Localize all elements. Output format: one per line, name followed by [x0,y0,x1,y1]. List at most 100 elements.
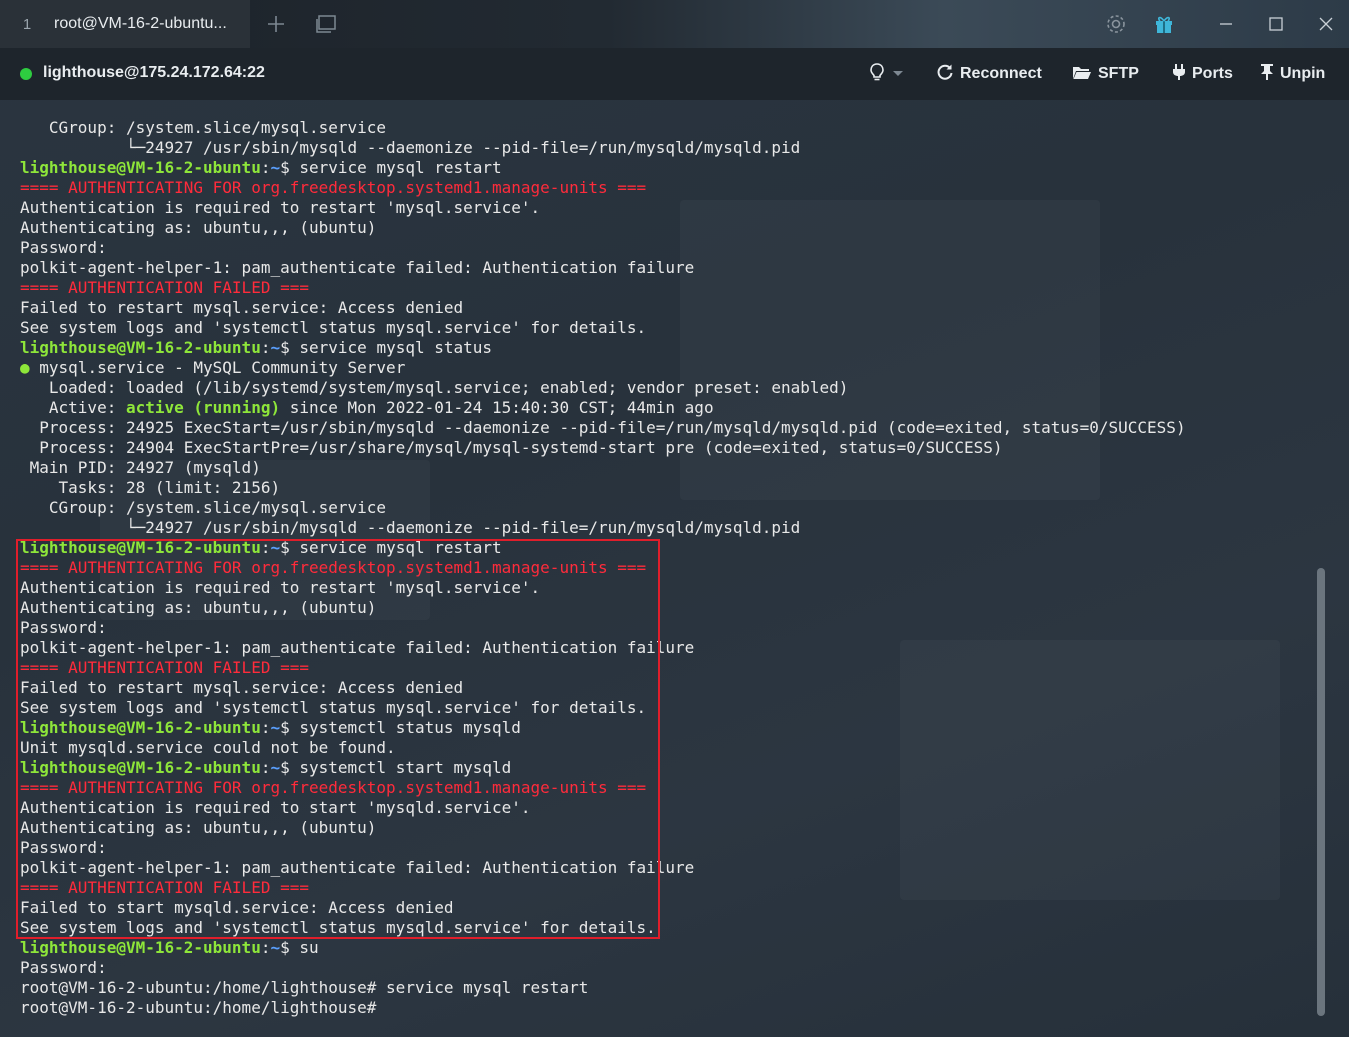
terminal-line: Password: [20,238,1310,258]
terminal-line: Authenticating as: ubuntu,,, (ubuntu) [20,598,1310,618]
terminal-line: ==== AUTHENTICATION FAILED === [20,878,1310,898]
terminal-window: 1 root@VM-16-2-ubuntu... lighthouse@175.… [0,0,1349,1037]
terminal-text: Failed to start mysqld.service: Access d… [20,898,454,917]
terminal-text: ==== AUTHENTICATION FAILED === [20,658,309,677]
minimize-icon[interactable] [1212,10,1240,38]
terminal-line: polkit-agent-helper-1: pam_authenticate … [20,258,1310,278]
terminal-text: Process: 24904 ExecStartPre=/usr/share/m… [20,438,1003,457]
terminal-text: ~ [270,338,281,357]
terminal-text: Failed to restart mysql.service: Access … [20,678,464,697]
terminal-line: Password: [20,958,1310,978]
gift-icon[interactable] [1152,12,1176,36]
ports-label: Ports [1192,65,1233,82]
terminal-text: See system logs and 'systemctl status my… [20,918,656,937]
unpin-button[interactable]: Unpin [1260,62,1325,86]
terminal-line: Authentication is required to restart 'm… [20,578,1310,598]
unpin-label: Unpin [1280,65,1326,82]
tab-number: 1 [22,15,32,33]
terminal-text: Authentication is required to restart 'm… [20,198,541,217]
terminal-text: $ systemctl status mysqld [280,718,521,737]
terminal-text: mysql.service - MySQL Community Server [29,358,406,377]
terminal-text: $ systemctl start mysqld [280,758,512,777]
terminal-line: polkit-agent-helper-1: pam_authenticate … [20,638,1310,658]
terminal-line: Failed to start mysqld.service: Access d… [20,898,1310,918]
terminal-line: CGroup: /system.slice/mysql.service [20,118,1310,138]
terminal-text: Authenticating as: ubuntu,,, (ubuntu) [20,598,377,617]
terminal-line: lighthouse@VM-16-2-ubuntu:~$ service mys… [20,338,1310,358]
terminal-text: lighthouse@VM-16-2-ubuntu [20,158,261,177]
terminal-line: Process: 24904 ExecStartPre=/usr/share/m… [20,438,1310,458]
terminal-text: $ service mysql restart [280,538,502,557]
gear-icon[interactable] [1104,12,1128,36]
terminal-line: ==== AUTHENTICATING FOR org.freedesktop.… [20,558,1310,578]
ports-button[interactable]: Ports [1172,62,1233,86]
terminal-line: lighthouse@VM-16-2-ubuntu:~$ service mys… [20,538,1310,558]
terminal-text: Authenticating as: ubuntu,,, (ubuntu) [20,818,377,837]
terminal-text: lighthouse@VM-16-2-ubuntu [20,338,261,357]
terminal-text: ~ [270,718,281,737]
connection-status-indicator [20,68,32,80]
pin-icon [1260,63,1274,86]
terminal-text: ~ [270,158,281,177]
terminal-text: $ su [280,938,319,957]
plug-icon [1172,63,1186,86]
terminal-line: Active: active (running) since Mon 2022-… [20,398,1310,418]
terminal-text: polkit-agent-helper-1: pam_authenticate … [20,258,695,277]
terminal-line: Main PID: 24927 (mysqld) [20,458,1310,478]
terminal-text: Password: [20,238,107,257]
terminal-line: root@VM-16-2-ubuntu:/home/lighthouse# se… [20,978,1310,998]
terminal-text: Process: 24925 ExecStart=/usr/sbin/mysql… [20,418,1186,437]
terminal-line: Authenticating as: ubuntu,,, (ubuntu) [20,818,1310,838]
terminal-line: ==== AUTHENTICATION FAILED === [20,278,1310,298]
terminal-line: Authentication is required to restart 'm… [20,198,1310,218]
terminal-tab[interactable]: 1 root@VM-16-2-ubuntu... [0,0,250,48]
terminal-text: Password: [20,958,107,977]
terminal-text: ● [20,358,30,377]
terminal-text: └─24927 /usr/sbin/mysqld --daemonize --p… [20,518,801,537]
terminal-text: Main PID: 24927 (mysqld) [20,458,261,477]
terminal-text: See system logs and 'systemctl status my… [20,318,647,337]
terminal-line: root@VM-16-2-ubuntu:/home/lighthouse# [20,998,1310,1018]
terminal-line: ==== AUTHENTICATING FOR org.freedesktop.… [20,778,1310,798]
terminal-text: Failed to restart mysql.service: Access … [20,298,464,317]
terminal-text: lighthouse@VM-16-2-ubuntu [20,938,261,957]
terminal-text: Unit mysqld.service could not be found. [20,738,396,757]
terminal-line: Failed to restart mysql.service: Access … [20,678,1310,698]
folder-icon [1072,64,1092,85]
tab-bar: 1 root@VM-16-2-ubuntu... [0,0,1349,48]
sftp-button[interactable]: SFTP [1072,62,1139,86]
plus-icon[interactable] [264,12,288,36]
reconnect-icon [936,63,954,86]
terminal-line: Password: [20,838,1310,858]
terminal-text: └─24927 /usr/sbin/mysqld --daemonize --p… [20,138,801,157]
terminal-text: Loaded: loaded (/lib/systemd/system/mysq… [20,378,849,397]
scrollbar[interactable] [1317,568,1325,1016]
terminal-text: Authentication is required to restart 'm… [20,578,541,597]
terminal-line: ==== AUTHENTICATION FAILED === [20,658,1310,678]
sftp-label: SFTP [1098,65,1139,82]
terminal-text: ==== AUTHENTICATING FOR org.freedesktop.… [20,178,647,197]
terminal-line: Loaded: loaded (/lib/systemd/system/mysq… [20,378,1310,398]
reconnect-label: Reconnect [960,65,1042,82]
terminal-line: lighthouse@VM-16-2-ubuntu:~$ su [20,938,1310,958]
terminal-line: Authentication is required to start 'mys… [20,798,1310,818]
terminal-line: Unit mysqld.service could not be found. [20,738,1310,758]
lightbulb-dropdown[interactable] [868,62,904,86]
close-icon[interactable] [1312,10,1340,38]
window-icon[interactable] [314,12,338,36]
terminal-line: See system logs and 'systemctl status my… [20,318,1310,338]
terminal-line: └─24927 /usr/sbin/mysqld --daemonize --p… [20,138,1310,158]
terminal-text: $ service mysql status [280,338,493,357]
terminal-line: lighthouse@VM-16-2-ubuntu:~$ systemctl s… [20,718,1310,738]
maximize-icon[interactable] [1262,10,1290,38]
terminal-text: ~ [270,538,281,557]
reconnect-button[interactable]: Reconnect [936,62,1042,86]
terminal-text: ==== AUTHENTICATING FOR org.freedesktop.… [20,558,647,577]
terminal-output[interactable]: CGroup: /system.slice/mysql.service └─24… [20,118,1310,1028]
terminal-text: root@VM-16-2-ubuntu:/home/lighthouse# se… [20,978,589,997]
terminal-line: ● mysql.service - MySQL Community Server [20,358,1310,378]
terminal-line: CGroup: /system.slice/mysql.service [20,498,1310,518]
connection-label: lighthouse@175.24.172.64:22 [43,64,265,81]
terminal-text: lighthouse@VM-16-2-ubuntu [20,718,261,737]
terminal-text: Active: [20,398,126,417]
